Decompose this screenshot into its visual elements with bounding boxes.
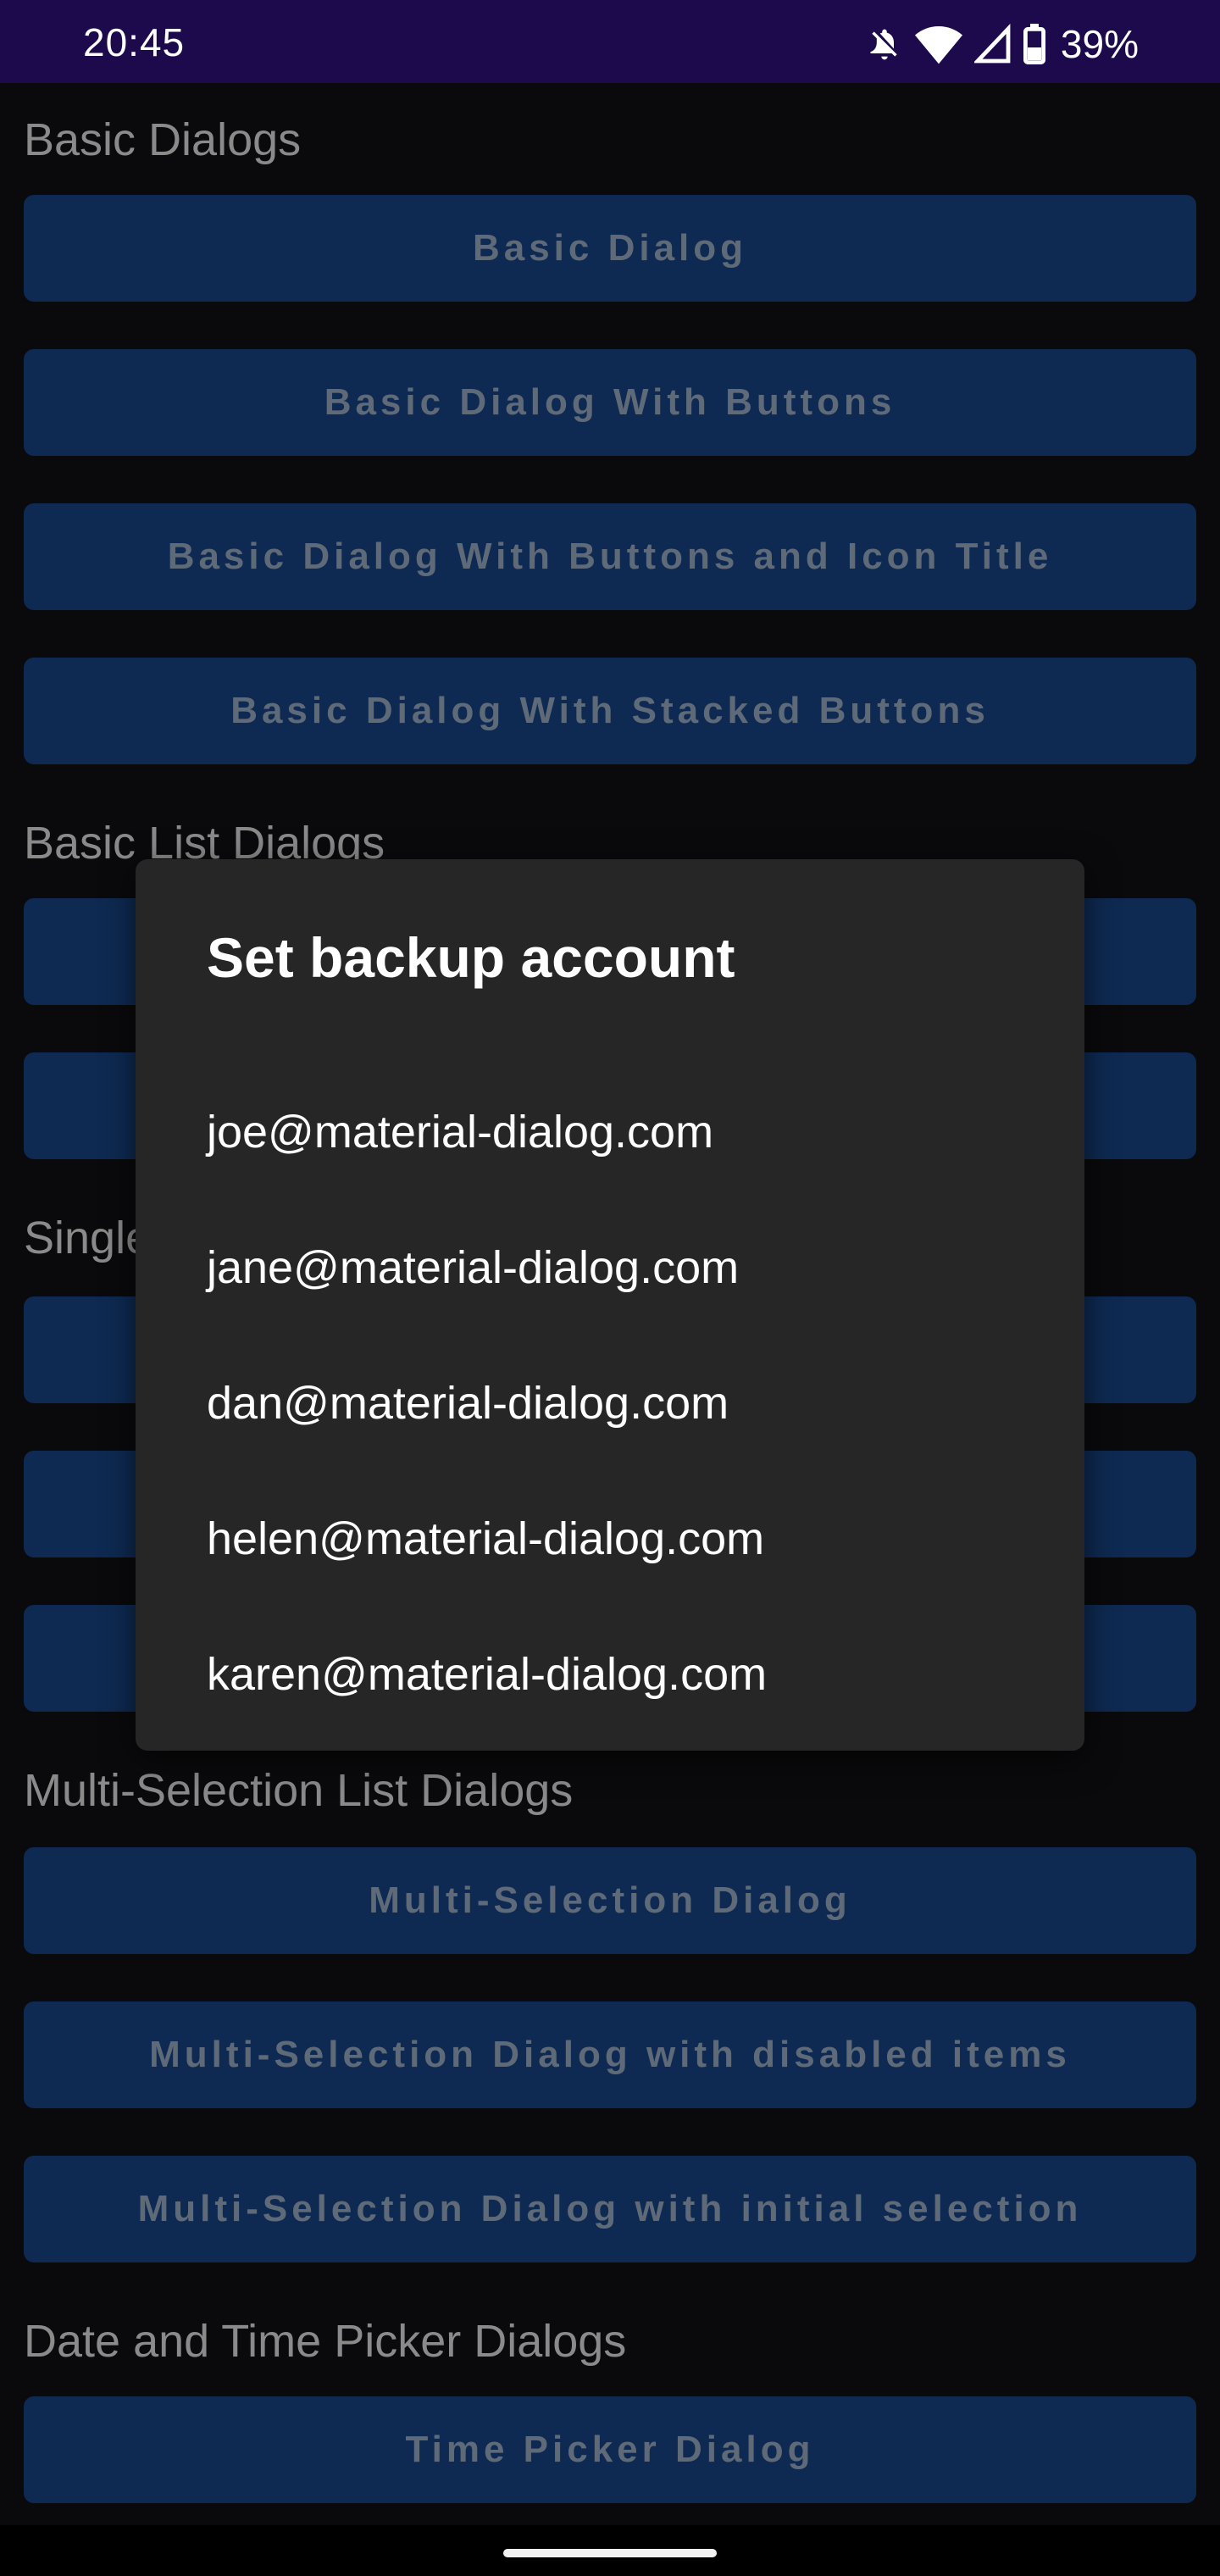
status-bar: 20:45 39% [0, 0, 1220, 83]
dialog-title: Set backup account [207, 926, 735, 989]
account-item-joe[interactable]: joe@material-dialog.com [136, 1064, 1084, 1200]
notifications-off-icon [866, 24, 903, 64]
home-gesture-handle[interactable] [503, 2549, 717, 2557]
account-item-jane[interactable]: jane@material-dialog.com [136, 1200, 1084, 1335]
battery-percentage: 39% [1060, 22, 1139, 66]
status-icons: 39% [866, 20, 1139, 68]
account-item-karen[interactable]: karen@material-dialog.com [136, 1607, 1084, 1742]
wifi-icon [914, 24, 962, 64]
navigation-bar [0, 2525, 1220, 2576]
account-item-helen[interactable]: helen@material-dialog.com [136, 1471, 1084, 1607]
status-time: 20:45 [83, 20, 186, 64]
cellular-signal-icon [973, 24, 1012, 64]
set-backup-account-dialog: Set backup account joe@material-dialog.c… [136, 859, 1084, 1751]
battery-icon [1023, 24, 1045, 64]
screen: 20:45 39% Basic Dialogs Basic Dialog Bas… [0, 0, 1220, 2576]
account-item-dan[interactable]: dan@material-dialog.com [136, 1335, 1084, 1471]
